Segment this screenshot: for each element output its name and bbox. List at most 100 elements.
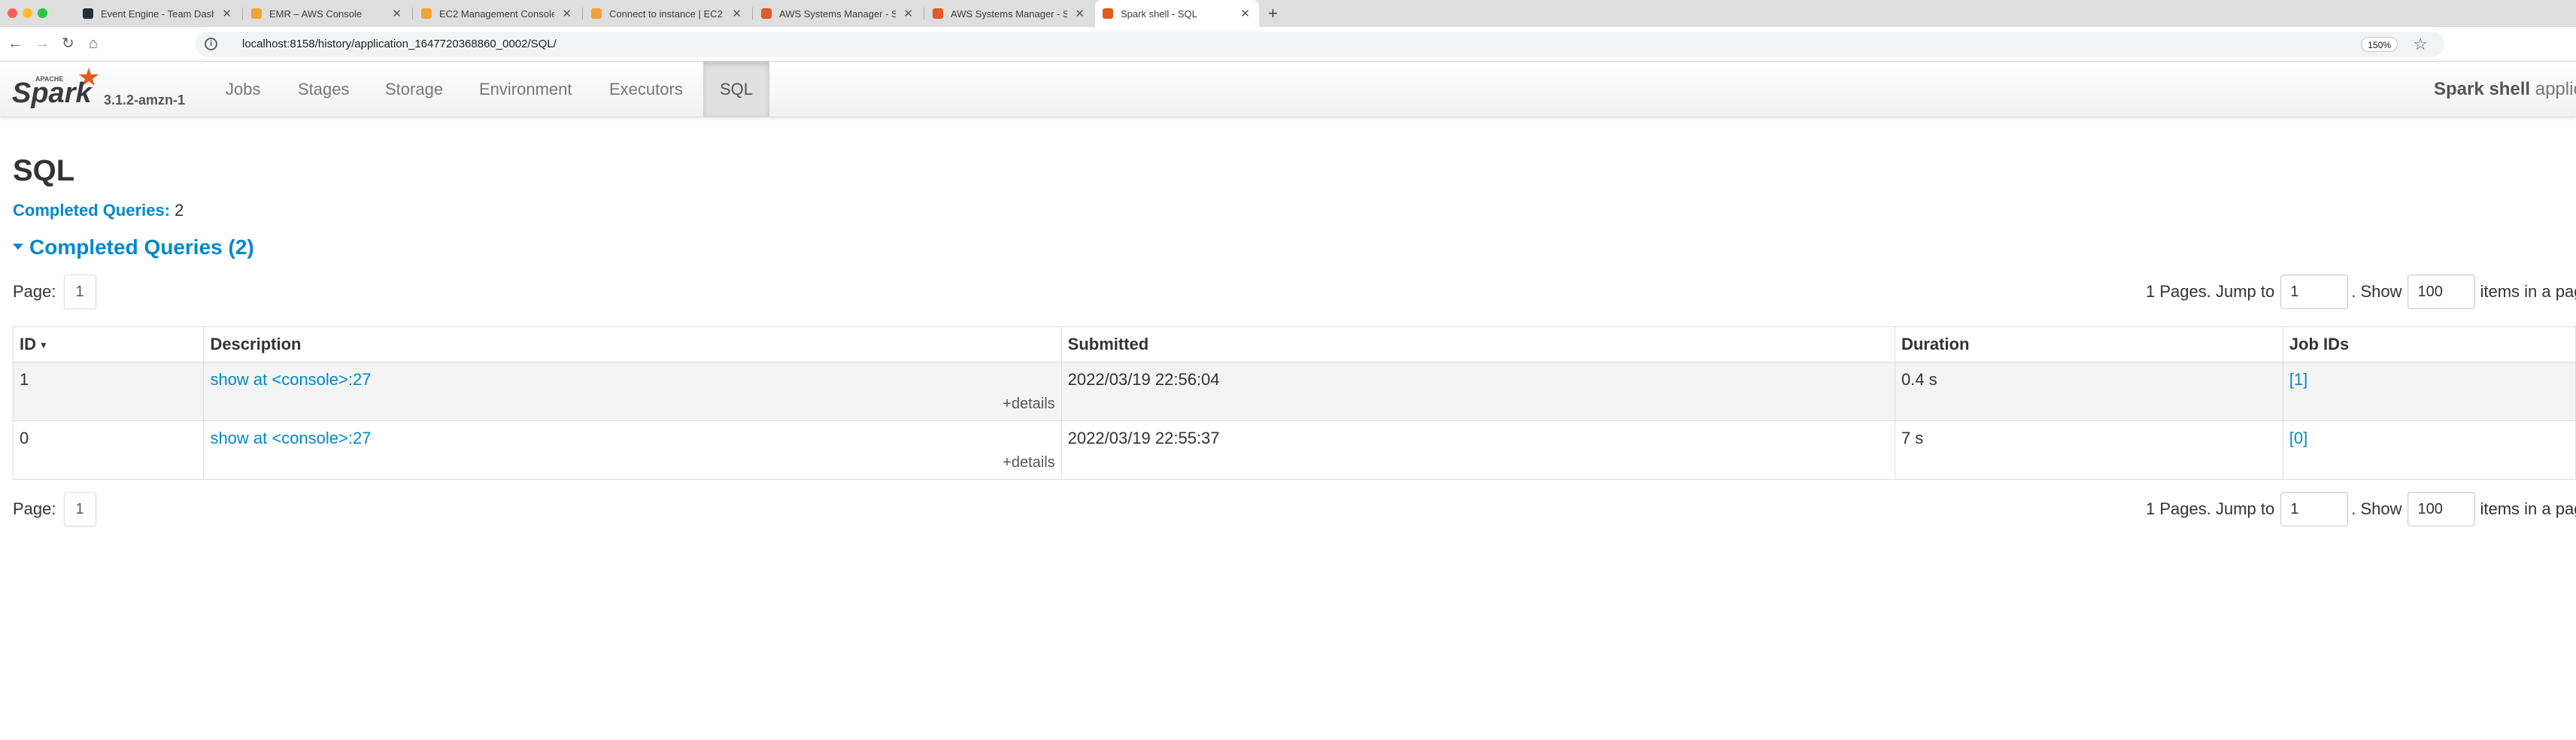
close-icon[interactable]: ✕ bbox=[903, 7, 913, 20]
home-icon[interactable]: ⌂ bbox=[89, 35, 98, 53]
show-label: . Show bbox=[2351, 499, 2402, 518]
jump-to-page-input[interactable]: 1 bbox=[2280, 274, 2349, 309]
cell-id: 0 bbox=[12, 420, 205, 480]
logo-wordmark: Spark bbox=[12, 77, 93, 109]
close-icon[interactable]: ✕ bbox=[562, 7, 572, 20]
tab-favicon-icon bbox=[83, 8, 93, 19]
completed-queries-table: ID ▼ Description Submitted Duration Job I… bbox=[12, 326, 2576, 480]
page-label: Page: bbox=[13, 282, 56, 301]
browser-tab[interactable]: Connect to instance | EC2 Man ✕ bbox=[584, 0, 751, 27]
spark-logo[interactable]: APACHE Spark bbox=[11, 65, 101, 113]
pages-count-text: 1 Pages. Jump to bbox=[2146, 499, 2275, 518]
nav-storage[interactable]: Storage bbox=[369, 62, 460, 117]
tab-title: Event Engine - Team Dashboard bbox=[101, 8, 215, 20]
nav-stages[interactable]: Stages bbox=[281, 62, 366, 117]
tab-favicon-icon bbox=[933, 8, 943, 19]
tab-favicon-icon bbox=[251, 8, 262, 19]
column-header-id[interactable]: ID ▼ bbox=[12, 326, 205, 362]
cell-id: 1 bbox=[12, 362, 205, 421]
items-per-page-input[interactable]: 100 bbox=[2408, 274, 2476, 309]
page-title: SQL bbox=[13, 154, 75, 187]
tab-favicon-icon bbox=[421, 8, 432, 19]
cell-description: show at <console>:27 +details bbox=[203, 362, 1062, 421]
pages-count-text: 1 Pages. Jump to bbox=[2146, 282, 2275, 301]
table-header-row: ID ▼ Description Submitted Duration Job I… bbox=[12, 326, 2576, 362]
spark-navbar: APACHE Spark 3.1.2-amzn-1 Jobs Stages St… bbox=[0, 62, 2576, 117]
tab-title: AWS Systems Manager - Sessi bbox=[779, 8, 897, 20]
expand-details-link[interactable]: +details bbox=[210, 454, 1055, 472]
tab-favicon-icon bbox=[591, 8, 602, 19]
close-icon[interactable]: ✕ bbox=[1240, 7, 1250, 20]
caret-down-icon bbox=[13, 243, 23, 250]
close-icon[interactable]: ✕ bbox=[732, 7, 742, 20]
cell-job-ids: [1] bbox=[2282, 362, 2576, 421]
new-tab-plus-icon[interactable]: + bbox=[1268, 4, 1278, 23]
column-header-label: ID bbox=[20, 335, 36, 353]
column-header-job-ids[interactable]: Job IDs bbox=[2282, 326, 2576, 362]
page-size-form-top: 1 Pages. Jump to 1 . Show 100 items in a… bbox=[2146, 274, 2576, 309]
spark-version: 3.1.2-amzn-1 bbox=[104, 92, 186, 108]
items-per-page-input[interactable]: 100 bbox=[2408, 492, 2476, 526]
address-bar[interactable]: i localhost:8158/history/application_164… bbox=[196, 32, 2444, 57]
cell-duration: 7 s bbox=[1894, 420, 2283, 480]
completed-queries-link[interactable]: Completed Queries: bbox=[13, 201, 170, 220]
cell-job-ids: [0] bbox=[2282, 420, 2576, 480]
items-per-page-text: items in a page bbox=[2480, 282, 2576, 301]
browser-tab[interactable]: Event Engine - Team Dashboard ✕ bbox=[75, 0, 241, 27]
close-icon[interactable]: ✕ bbox=[1075, 7, 1085, 20]
app-suffix: applic bbox=[2535, 79, 2576, 99]
nav-environment[interactable]: Environment bbox=[463, 62, 589, 117]
close-window-button[interactable] bbox=[8, 8, 17, 18]
browser-tab-active[interactable]: Spark shell - SQL ✕ bbox=[1095, 0, 1259, 27]
tab-favicon-icon bbox=[761, 8, 772, 19]
zoom-level-badge[interactable]: 150% bbox=[2361, 37, 2398, 52]
page-label: Page: bbox=[13, 499, 56, 518]
browser-tab[interactable]: EMR – AWS Console ✕ bbox=[244, 0, 411, 27]
browser-toolbar: ← → ↻ ⌂ i localhost:8158/history/applica… bbox=[0, 27, 2576, 62]
browser-tab[interactable]: AWS Systems Manager - Sessi ✕ bbox=[754, 0, 922, 27]
bookmark-star-icon[interactable]: ☆ bbox=[2413, 35, 2428, 54]
expand-details-link[interactable]: +details bbox=[210, 396, 1055, 413]
query-description-link[interactable]: show at <console>:27 bbox=[210, 429, 371, 447]
back-arrow-icon[interactable]: ← bbox=[8, 35, 23, 53]
tab-divider bbox=[242, 8, 243, 20]
site-info-icon[interactable]: i bbox=[205, 38, 217, 50]
page-size-form-bottom: 1 Pages. Jump to 1 . Show 100 items in a… bbox=[2146, 492, 2576, 526]
items-per-page-text: items in a page bbox=[2480, 499, 2576, 518]
close-icon[interactable]: ✕ bbox=[392, 7, 402, 20]
column-header-description[interactable]: Description bbox=[203, 326, 1062, 362]
tab-title: EC2 Management Console bbox=[439, 8, 555, 20]
maximize-window-button[interactable] bbox=[38, 8, 47, 18]
close-icon[interactable]: ✕ bbox=[222, 7, 232, 20]
minimize-window-button[interactable] bbox=[23, 8, 32, 18]
browser-tab[interactable]: AWS Systems Manager - Sessi ✕ bbox=[925, 0, 1094, 27]
tab-divider bbox=[582, 8, 583, 20]
column-header-submitted[interactable]: Submitted bbox=[1060, 326, 1895, 362]
completed-queries-summary: Completed Queries: 2 bbox=[13, 201, 184, 220]
completed-queries-toggle[interactable]: Completed Queries (2) bbox=[13, 235, 254, 259]
page-navigation-bottom: Page: 1 bbox=[13, 492, 96, 526]
cell-submitted: 2022/03/19 22:55:37 bbox=[1060, 420, 1895, 480]
address-text[interactable]: localhost:8158/history/application_16477… bbox=[242, 38, 557, 50]
tab-title: Spark shell - SQL bbox=[1121, 8, 1197, 20]
job-id-link[interactable]: [1] bbox=[2289, 370, 2307, 389]
column-header-duration[interactable]: Duration bbox=[1894, 326, 2283, 362]
table-row: 0 show at <console>:27 +details 2022/03/… bbox=[12, 420, 2576, 480]
job-id-link[interactable]: [0] bbox=[2289, 429, 2307, 447]
section-title: Completed Queries (2) bbox=[29, 235, 254, 259]
query-description-link[interactable]: show at <console>:27 bbox=[210, 370, 371, 389]
browser-tab[interactable]: EC2 Management Console ✕ bbox=[414, 0, 581, 27]
jump-to-page-input[interactable]: 1 bbox=[2280, 492, 2349, 526]
cell-description: show at <console>:27 +details bbox=[203, 420, 1062, 480]
nav-jobs[interactable]: Jobs bbox=[209, 62, 277, 117]
nav-executors[interactable]: Executors bbox=[593, 62, 699, 117]
reload-icon[interactable]: ↻ bbox=[62, 35, 74, 53]
browser-tab-strip: Event Engine - Team Dashboard ✕ EMR – AW… bbox=[0, 0, 2576, 27]
page-number-button[interactable]: 1 bbox=[63, 492, 96, 526]
page-navigation-top: Page: 1 bbox=[13, 274, 96, 309]
page-number-button[interactable]: 1 bbox=[63, 274, 96, 309]
show-label: . Show bbox=[2351, 282, 2402, 301]
nav-sql[interactable]: SQL bbox=[703, 62, 770, 117]
forward-arrow-icon[interactable]: → bbox=[35, 35, 50, 53]
tab-divider bbox=[752, 8, 753, 20]
